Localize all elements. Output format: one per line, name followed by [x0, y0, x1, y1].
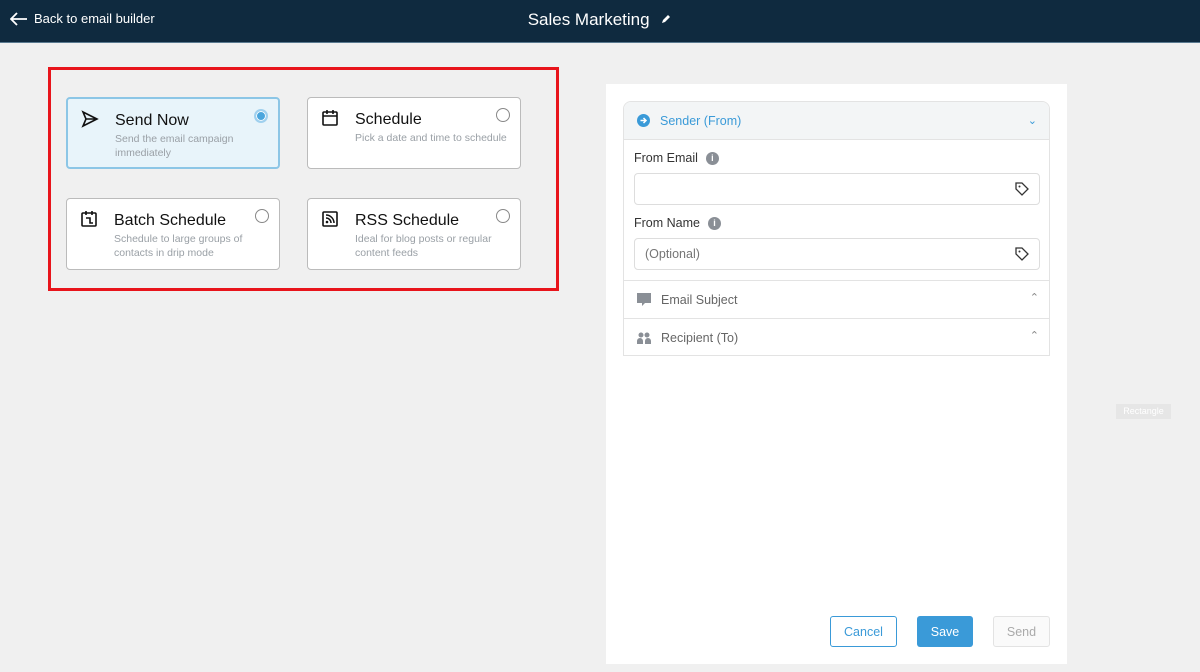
option-desc: Ideal for blog posts or regular content … — [355, 233, 492, 259]
option-send-now[interactable]: Send Now Send the email campaign immedia… — [66, 97, 280, 169]
pencil-edit-icon[interactable] — [660, 13, 672, 25]
from-name-label: From Name — [634, 216, 700, 230]
top-bar: Back to email builder Sales Marketing — [0, 0, 1200, 43]
recipient-section[interactable]: Recipient (To) ⌃ — [624, 318, 1049, 355]
sender-title: Sender (From) — [660, 113, 742, 128]
chevron-up-icon: ⌃ — [1029, 330, 1039, 342]
batch-calendar-icon — [81, 211, 97, 227]
option-desc: Schedule to large groups of contacts in … — [114, 233, 243, 259]
option-title: Schedule — [355, 111, 422, 128]
paper-plane-icon — [81, 110, 99, 128]
comment-icon — [637, 293, 651, 306]
info-icon[interactable]: i — [705, 151, 719, 165]
sender-section-header[interactable]: Sender (From) ⌄ — [624, 102, 1049, 140]
rectangle-label: Rectangle — [1116, 404, 1171, 419]
option-title: Send Now — [115, 112, 189, 129]
rss-icon — [322, 211, 338, 227]
from-name-input[interactable] — [634, 238, 1040, 270]
email-subject-label: Email Subject — [661, 292, 738, 307]
from-email-input[interactable] — [634, 173, 1040, 205]
option-radio[interactable] — [255, 209, 269, 223]
chevron-up-icon: ⌃ — [1029, 292, 1039, 304]
settings-panel: Sender (From) ⌄ From Email i From Name i E… — [606, 84, 1067, 664]
option-desc: Pick a date and time to schedule — [355, 132, 507, 144]
option-title: Batch Schedule — [114, 212, 227, 229]
campaign-title[interactable]: Sales Marketing — [528, 10, 650, 29]
info-icon[interactable]: i — [707, 216, 721, 230]
option-radio[interactable] — [496, 108, 510, 122]
arrow-circle-right-icon — [637, 114, 650, 127]
option-radio-checked[interactable] — [254, 109, 268, 123]
send-button[interactable]: Send — [993, 616, 1050, 647]
save-button[interactable]: Save — [917, 616, 973, 647]
email-subject-section[interactable]: Email Subject ⌃ — [624, 280, 1049, 318]
tag-icon[interactable] — [1014, 246, 1030, 262]
option-radio[interactable] — [496, 209, 510, 223]
users-icon — [637, 332, 651, 344]
option-rss-schedule[interactable]: RSS Schedule Ideal for blog posts or reg… — [307, 198, 521, 270]
calendar-icon — [322, 110, 338, 126]
recipient-label: Recipient (To) — [661, 330, 739, 345]
settings-accordion: Sender (From) ⌄ From Email i From Name i E… — [623, 101, 1050, 356]
option-batch-schedule[interactable]: Batch Schedule Schedule to large groups … — [66, 198, 280, 270]
tag-icon[interactable] — [1014, 181, 1030, 197]
chevron-down-icon: ⌄ — [1027, 115, 1037, 127]
option-title: RSS Schedule — [355, 212, 460, 229]
option-desc: Send the email campaign immediately — [115, 133, 234, 159]
cancel-button[interactable]: Cancel — [830, 616, 897, 647]
from-email-label: From Email — [634, 151, 698, 165]
option-schedule[interactable]: Schedule Pick a date and time to schedul… — [307, 97, 521, 169]
